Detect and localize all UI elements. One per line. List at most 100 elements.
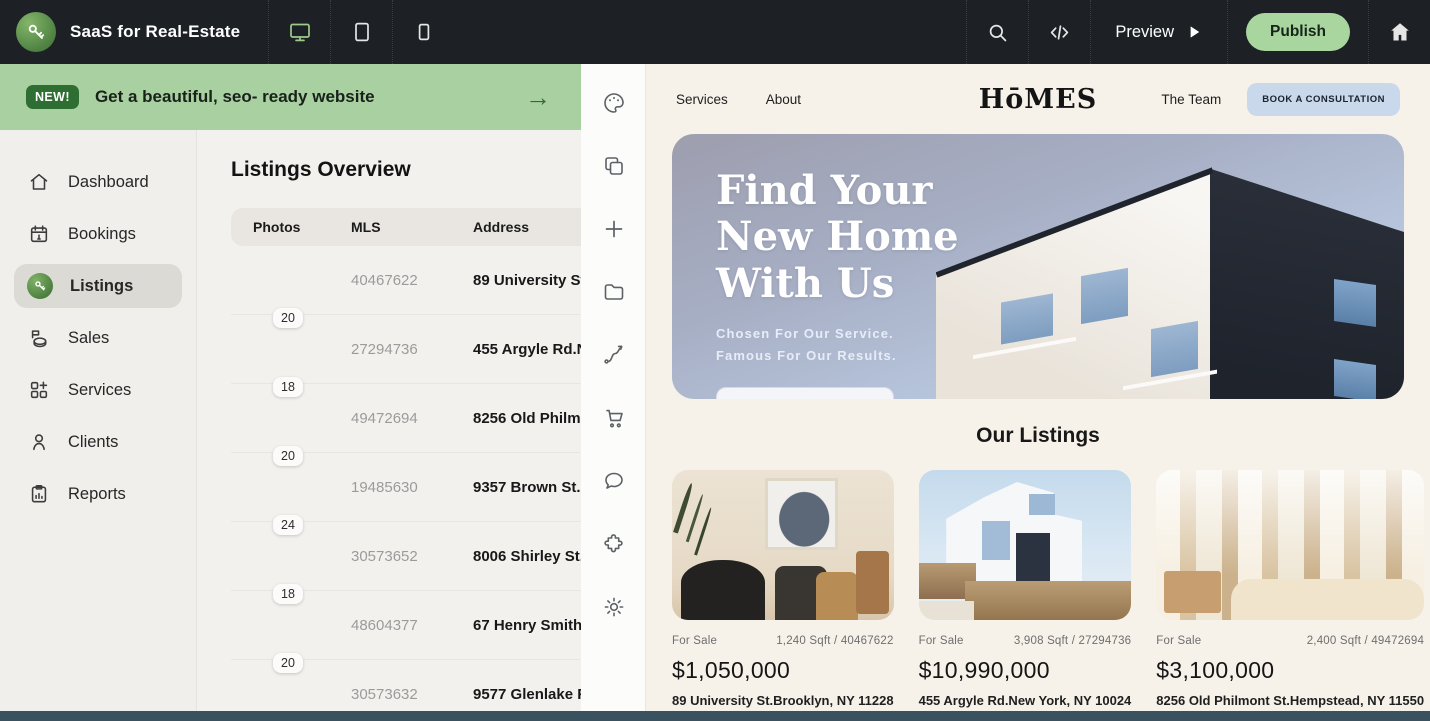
building-dark-face bbox=[1210, 134, 1404, 399]
card-price: $10,990,000 bbox=[919, 657, 1132, 684]
card-size-mls: 2,400 Sqft / 49472694 bbox=[1307, 635, 1424, 647]
key-icon bbox=[27, 273, 53, 299]
villa-window bbox=[1029, 494, 1055, 515]
listing-cards: For Sale 1,240 Sqft / 40467622 $1,050,00… bbox=[672, 470, 1404, 708]
stone-wall bbox=[965, 581, 1131, 620]
photo-count-badge: 18 bbox=[273, 377, 303, 397]
shelf bbox=[856, 551, 889, 614]
search-button[interactable] bbox=[966, 0, 1028, 64]
card-price: $1,050,000 bbox=[672, 657, 894, 684]
mls-number: 49472694 bbox=[351, 410, 473, 427]
table-row[interactable]: 20 40467622 89 University St.Brooklyn, N… bbox=[231, 246, 581, 315]
new-badge: NEW! bbox=[26, 85, 79, 109]
clients-person-icon bbox=[27, 431, 51, 453]
publish-button[interactable]: Publish bbox=[1246, 13, 1350, 51]
key-logo-icon bbox=[16, 12, 56, 52]
path-connector-icon[interactable] bbox=[602, 343, 626, 367]
sidebar-item-dashboard[interactable]: Dashboard bbox=[14, 160, 182, 204]
sidebar-item-label: Reports bbox=[68, 485, 126, 504]
sidebar-item-label: Clients bbox=[68, 433, 118, 452]
puzzle-icon[interactable] bbox=[602, 532, 626, 556]
listing-card[interactable]: For Sale 2,400 Sqft / 49472694 $3,100,00… bbox=[1156, 470, 1424, 708]
sidebar-item-sales[interactable]: Sales bbox=[14, 316, 182, 360]
arrow-right-icon[interactable]: → bbox=[525, 84, 551, 110]
sidebar-item-reports[interactable]: Reports bbox=[14, 472, 182, 516]
left-body: Dashboard Bookings Listings bbox=[0, 130, 581, 712]
listings-overview-panel: Listings Overview Photos MLS Address 20 … bbox=[197, 130, 581, 712]
sidebar: Dashboard Bookings Listings bbox=[0, 130, 197, 712]
hero-building-image bbox=[936, 134, 1404, 399]
photo-count-badge: 24 bbox=[273, 515, 303, 535]
card-size-mls: 1,240 Sqft / 40467622 bbox=[776, 635, 893, 647]
card-meta: For Sale 3,908 Sqft / 27294736 bbox=[919, 635, 1132, 647]
sofa bbox=[1231, 579, 1424, 620]
desktop-view-button[interactable] bbox=[268, 0, 330, 64]
phone-icon bbox=[412, 20, 436, 44]
mls-number: 40467622 bbox=[351, 272, 473, 289]
listing-address: 455 Argyle Rd.New York, NY 10024 bbox=[473, 341, 581, 358]
home-button[interactable] bbox=[1368, 0, 1430, 64]
mls-number: 30573632 bbox=[351, 686, 473, 703]
mobile-view-button[interactable] bbox=[392, 0, 454, 64]
nav-link-team[interactable]: The Team bbox=[1161, 92, 1221, 107]
home-icon bbox=[1388, 20, 1412, 44]
site-preview: Services About HōMES The Team BOOK A CON… bbox=[646, 64, 1430, 712]
sidebar-item-listings[interactable]: Listings bbox=[14, 264, 182, 308]
dining-table bbox=[681, 560, 765, 620]
bottom-footer-strip bbox=[0, 711, 1430, 721]
publish-wrap: Publish bbox=[1227, 0, 1368, 64]
nav-link-services[interactable]: Services bbox=[676, 92, 728, 107]
listing-address: 89 University St.Brooklyn, NY 11228 bbox=[473, 272, 581, 289]
preview-button[interactable]: Preview bbox=[1090, 0, 1227, 64]
card-status: For Sale bbox=[672, 635, 717, 647]
hero-subtitle-line: Chosen For Our Service. bbox=[716, 323, 959, 345]
hero-title-line: Find Your bbox=[716, 168, 959, 214]
promo-banner[interactable]: NEW! Get a beautiful, seo- ready website… bbox=[0, 64, 581, 130]
topbar-actions: Preview Publish bbox=[966, 0, 1430, 64]
palette-icon[interactable] bbox=[602, 91, 626, 115]
sidebar-item-clients[interactable]: Clients bbox=[14, 420, 182, 464]
app-brand: SaaS for Real-Estate bbox=[0, 12, 268, 52]
card-status: For Sale bbox=[919, 635, 964, 647]
play-icon bbox=[1185, 23, 1203, 41]
sidebar-item-bookings[interactable]: Bookings bbox=[14, 212, 182, 256]
card-address: 89 University St.Brooklyn, NY 11228 bbox=[672, 693, 894, 708]
code-view-button[interactable] bbox=[1028, 0, 1090, 64]
wall-art bbox=[765, 478, 838, 550]
app-title: SaaS for Real-Estate bbox=[70, 22, 240, 42]
column-address: Address bbox=[473, 219, 581, 235]
mls-number: 30573652 bbox=[351, 548, 473, 565]
folder-icon[interactable] bbox=[602, 280, 626, 304]
building-window bbox=[1081, 268, 1128, 324]
site-nav-right: The Team BOOK A CONSULTATION bbox=[1161, 83, 1400, 116]
topbar: SaaS for Real-Estate bbox=[0, 0, 1430, 64]
tablet-view-button[interactable] bbox=[330, 0, 392, 64]
cart-icon[interactable] bbox=[602, 406, 626, 430]
listings-table: Photos MLS Address 20 40467622 89 Univer… bbox=[231, 208, 581, 712]
sidebar-item-label: Services bbox=[68, 381, 131, 400]
listing-address: 67 Henry Smith Ct.New York, NY bbox=[473, 617, 581, 634]
add-section-icon[interactable] bbox=[602, 217, 626, 241]
hero-book-consultation-button[interactable]: BOOK A CONSULTATION bbox=[716, 387, 894, 399]
card-price: $3,100,000 bbox=[1156, 657, 1424, 684]
listing-card-photo bbox=[919, 470, 1132, 620]
sales-coins-icon bbox=[27, 327, 51, 349]
listing-card-photo bbox=[1156, 470, 1424, 620]
nav-book-consultation-button[interactable]: BOOK A CONSULTATION bbox=[1247, 83, 1400, 116]
gear-icon[interactable] bbox=[602, 595, 626, 619]
photo-count-badge: 18 bbox=[273, 584, 303, 604]
listing-card[interactable]: For Sale 3,908 Sqft / 27294736 $10,990,0… bbox=[919, 470, 1132, 708]
pages-copy-icon[interactable] bbox=[602, 154, 626, 178]
hero-subtitle-line: Famous For Our Results. bbox=[716, 345, 959, 367]
calendar-icon bbox=[27, 223, 51, 245]
listing-card[interactable]: For Sale 1,240 Sqft / 40467622 $1,050,00… bbox=[672, 470, 894, 708]
sidebar-item-label: Bookings bbox=[68, 225, 136, 244]
table-header: Photos MLS Address bbox=[231, 208, 581, 246]
reports-clipboard-icon bbox=[27, 483, 51, 505]
site-nav-links: Services About bbox=[676, 92, 801, 107]
nav-link-about[interactable]: About bbox=[766, 92, 801, 107]
sidebar-item-services[interactable]: Services bbox=[14, 368, 182, 412]
card-meta: For Sale 2,400 Sqft / 49472694 bbox=[1156, 635, 1424, 647]
chat-icon[interactable] bbox=[602, 469, 626, 493]
villa-window bbox=[982, 521, 1010, 560]
